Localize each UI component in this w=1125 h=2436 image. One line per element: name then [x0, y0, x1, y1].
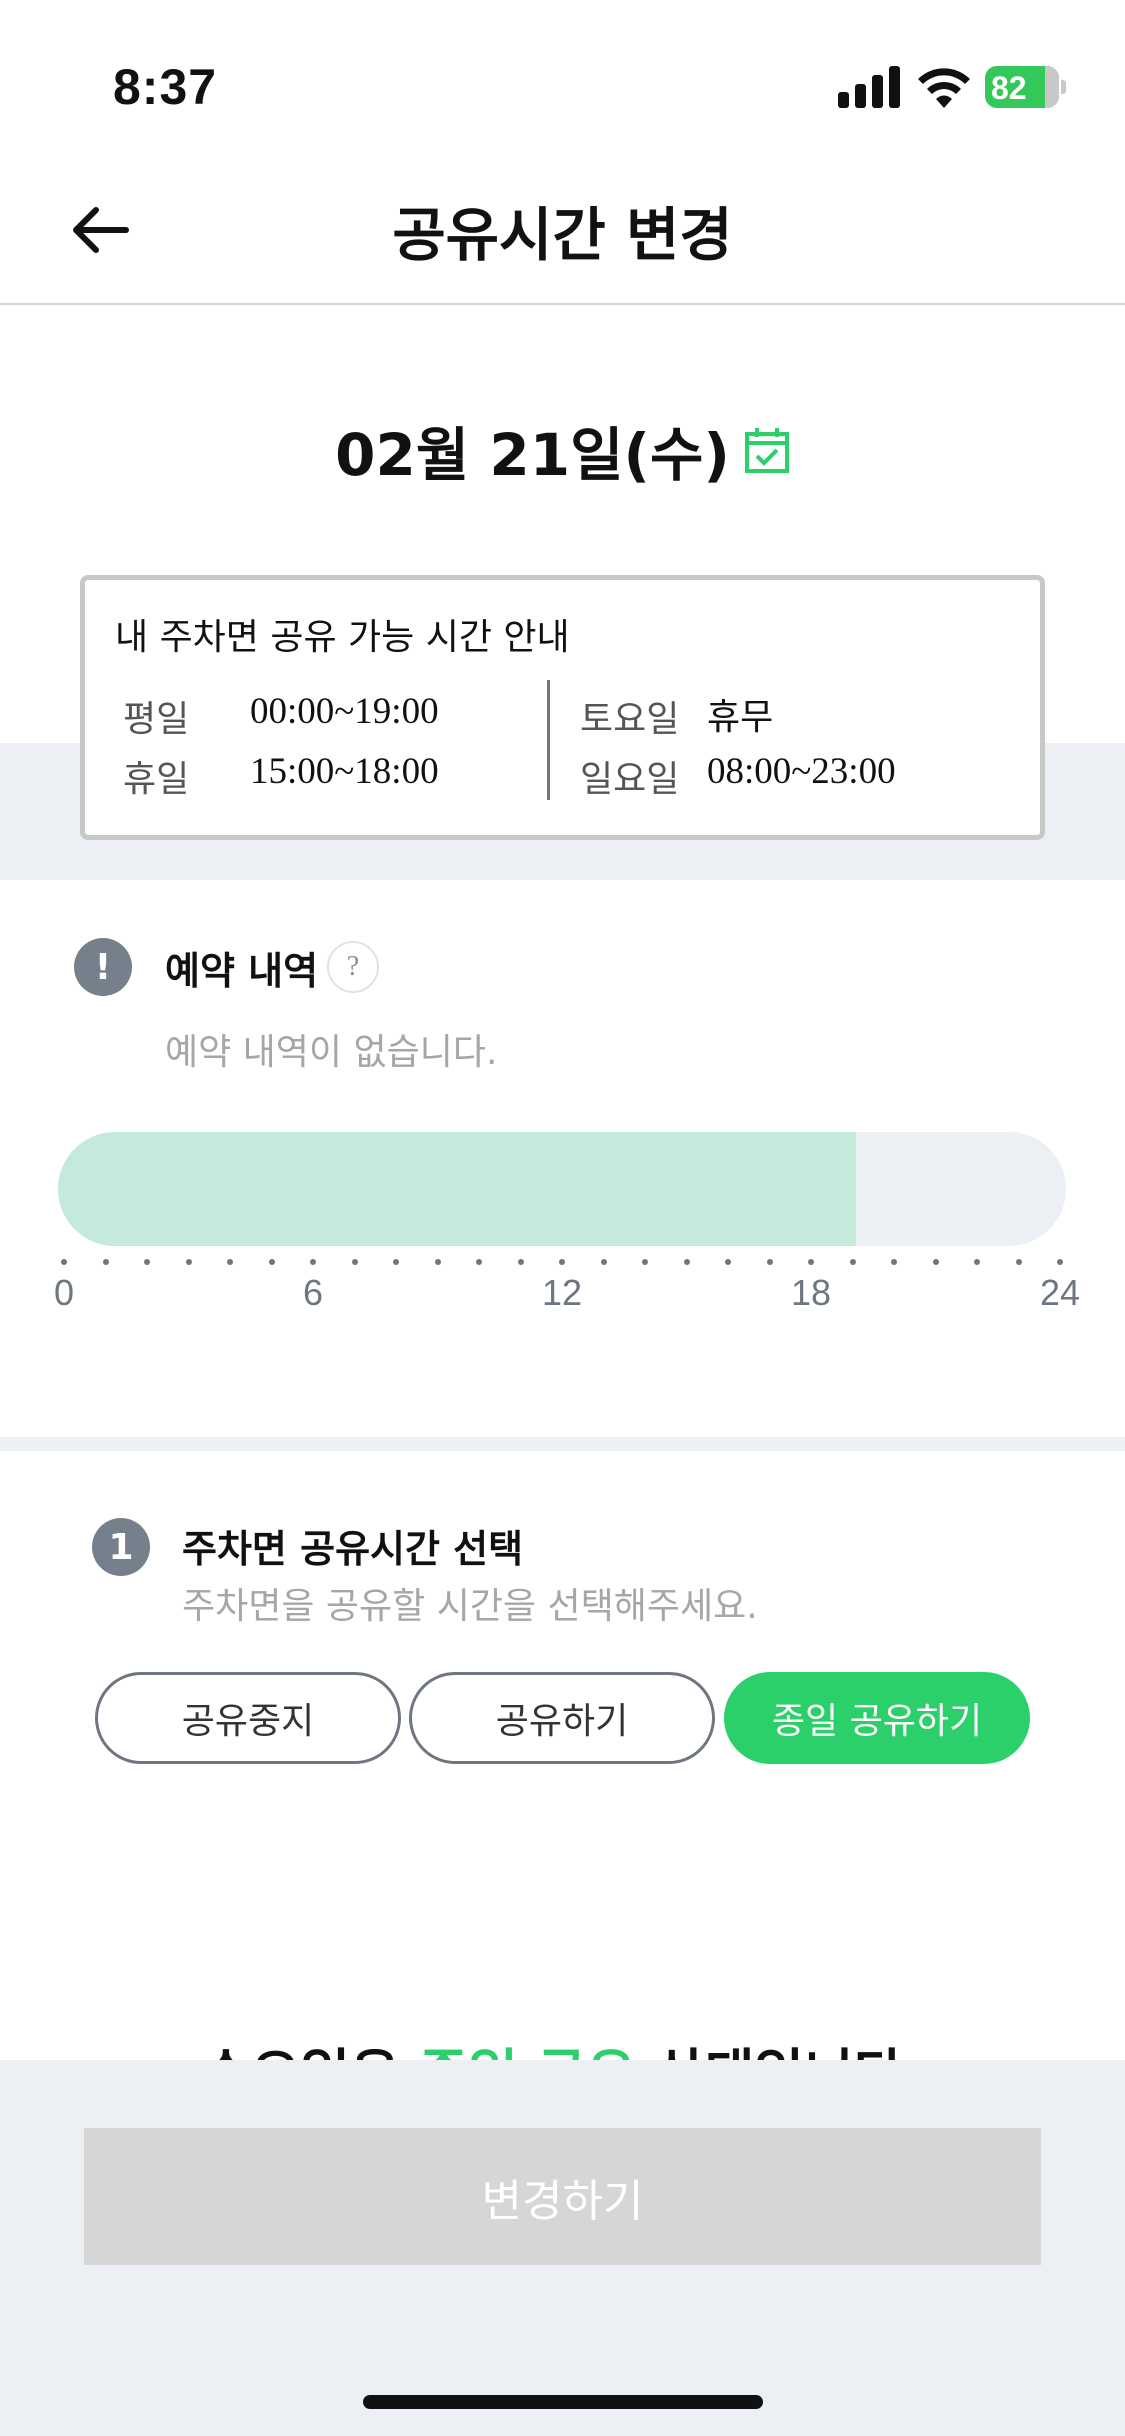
timeline-tick-dot: [932, 1259, 939, 1265]
share-all-day-button[interactable]: 종일 공유하기: [724, 1672, 1030, 1764]
timeline-tick-label: 18: [790, 1272, 832, 1313]
holiday-label: 휴일: [123, 759, 190, 800]
timeline-tick-dot: [268, 1259, 275, 1265]
bottom-panel: 변경하기: [0, 2060, 1125, 2436]
reservation-empty-text: 예약 내역이 없습니다.: [165, 1032, 498, 1073]
timeline-tick-dot: [725, 1259, 731, 1265]
shared-time-fill: [58, 1132, 856, 1246]
timeline-tick-dot: [766, 1259, 773, 1265]
holiday-value: 15:00~18:00: [250, 751, 439, 792]
date-row: 02월 21일(수): [0, 410, 1125, 490]
info-title: 내 주차면 공유 가능 시간 안내: [115, 617, 570, 658]
timeline-tick-dot: [310, 1259, 316, 1265]
timeline-tick-dot: [61, 1259, 67, 1265]
battery-level: 82: [991, 70, 1027, 106]
timeline-tick-dot: [1015, 1259, 1022, 1265]
timeline-tick-label: 6: [302, 1272, 324, 1313]
timeline-tick-dot: [351, 1259, 358, 1265]
timeline-tick-dot: [891, 1259, 897, 1265]
selection-title: 주차면 공유시간 선택: [182, 1527, 524, 1571]
timeline-tick-dot: [974, 1259, 980, 1265]
calendar-check-icon[interactable]: [744, 426, 790, 474]
timeline-tick-dot: [102, 1259, 109, 1265]
sunday-label: 일요일: [580, 759, 680, 800]
timeline-tick-dot: [434, 1259, 441, 1265]
signal-icon: [838, 66, 900, 108]
change-button[interactable]: 변경하기: [84, 2128, 1041, 2265]
saturday-label: 토요일: [580, 699, 680, 740]
timeline-tick-dot: [185, 1259, 192, 1265]
info-divider: [547, 680, 550, 800]
timeline-tick-dot: [849, 1259, 856, 1265]
timeline-tick-dot: [808, 1259, 814, 1265]
timeline-tick-label: 0: [53, 1272, 75, 1313]
help-icon[interactable]: ?: [327, 941, 379, 993]
timeline-tick-dot: [1057, 1259, 1063, 1265]
wifi-icon: [918, 68, 970, 108]
section-divider: [0, 1437, 1125, 1451]
sunday-value: 08:00~23:00: [707, 751, 896, 792]
alert-icon: !: [74, 938, 132, 996]
timeline-tick-dot: [517, 1259, 524, 1265]
timeline-tick-dot: [144, 1259, 150, 1265]
weekday-value: 00:00~19:00: [250, 691, 439, 732]
timeline-tick-dot: [393, 1259, 399, 1265]
timeline-tick-label: 24: [1039, 1272, 1081, 1313]
reservation-title: 예약 내역: [165, 949, 319, 993]
timeline-tick-dot: [600, 1259, 607, 1265]
stop-sharing-button[interactable]: 공유중지: [95, 1672, 401, 1764]
timeline-tick-dot: [476, 1259, 482, 1265]
battery-icon: 82: [985, 66, 1066, 108]
share-button[interactable]: 공유하기: [409, 1672, 715, 1764]
status-bar: 8:37 82: [0, 0, 1125, 150]
timeline-tick-dot: [227, 1259, 233, 1265]
timeline-tick-label: 12: [541, 1272, 583, 1313]
timeline-tick-dot: [683, 1259, 690, 1265]
header: 공유시간 변경: [0, 150, 1125, 305]
saturday-value: 휴무: [707, 697, 774, 738]
weekday-label: 평일: [123, 699, 190, 740]
share-timeline: [58, 1132, 1066, 1246]
home-indicator: [363, 2395, 763, 2409]
date-label: 02월 21일(수): [335, 421, 730, 489]
timeline-tick-dot: [642, 1259, 648, 1265]
selection-subtitle: 주차면을 공유할 시간을 선택해주세요.: [182, 1586, 758, 1627]
page-title: 공유시간 변경: [392, 201, 733, 269]
status-time: 8:37: [113, 59, 218, 115]
timeline-tick-dot: [559, 1259, 565, 1265]
share-hours-info-box: 내 주차면 공유 가능 시간 안내 평일 00:00~19:00 휴일 15:0…: [80, 575, 1045, 840]
step-number-icon: 1: [92, 1518, 150, 1576]
